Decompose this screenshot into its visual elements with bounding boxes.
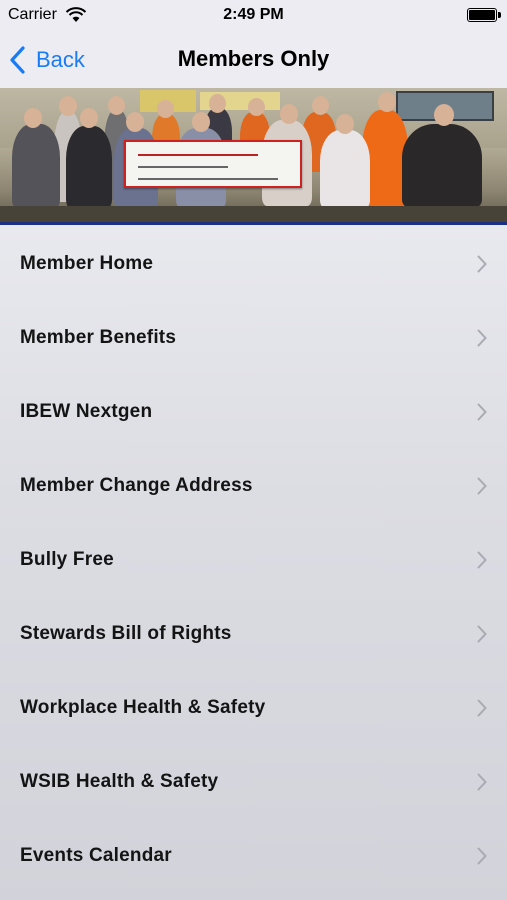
chevron-right-icon bbox=[477, 255, 487, 273]
menu-item-label: Bully Free bbox=[20, 549, 114, 570]
menu-item-label: WSIB Health & Safety bbox=[20, 771, 219, 792]
menu-item-wsib-health-safety[interactable]: WSIB Health & Safety bbox=[0, 745, 507, 819]
status-bar: Carrier 2:49 PM bbox=[0, 0, 507, 32]
cheque-line bbox=[138, 178, 278, 180]
menu-item-member-benefits[interactable]: Member Benefits bbox=[0, 301, 507, 375]
chevron-right-icon bbox=[477, 477, 487, 495]
hero-person-head bbox=[24, 108, 42, 128]
hero-person-head bbox=[108, 96, 125, 115]
hero-person bbox=[320, 130, 370, 208]
hero-person-head bbox=[312, 96, 329, 115]
navigation-bar: Back Members Only bbox=[0, 32, 507, 88]
menu-item-label: Member Home bbox=[20, 253, 154, 274]
hero-person bbox=[12, 124, 60, 208]
menu-item-label: IBEW Nextgen bbox=[20, 401, 153, 422]
hero-person-head bbox=[434, 104, 454, 126]
chevron-right-icon bbox=[477, 847, 487, 865]
menu-item-ibew-nextgen[interactable]: IBEW Nextgen bbox=[0, 375, 507, 449]
hero-person bbox=[402, 124, 482, 208]
status-time: 2:49 PM bbox=[223, 6, 284, 23]
hero-person-head bbox=[192, 112, 210, 132]
chevron-right-icon bbox=[477, 329, 487, 347]
chevron-right-icon bbox=[477, 403, 487, 421]
menu-item-member-home[interactable]: Member Home bbox=[0, 227, 507, 301]
hero-person-head bbox=[280, 104, 298, 124]
battery-icon bbox=[467, 8, 501, 22]
menu-item-events-calendar[interactable]: Events Calendar bbox=[0, 819, 507, 893]
hero-person bbox=[66, 126, 112, 208]
menu-item-label: Member Change Address bbox=[20, 475, 253, 496]
menu-item-workplace-health-safety[interactable]: Workplace Health & Safety bbox=[0, 671, 507, 745]
chevron-right-icon bbox=[477, 773, 487, 791]
hero-person-head bbox=[248, 98, 265, 116]
hero-person-head bbox=[59, 96, 77, 116]
menu-item-bully-free[interactable]: Bully Free bbox=[0, 523, 507, 597]
chevron-right-icon bbox=[477, 551, 487, 569]
page-title: Members Only bbox=[177, 46, 330, 71]
hero-person-head bbox=[209, 94, 226, 113]
cheque-line bbox=[138, 154, 258, 156]
hero-person-head bbox=[378, 92, 396, 112]
menu-item-label: Events Calendar bbox=[20, 845, 172, 866]
menu-list: Member Home Member Benefits IBEW Nextgen… bbox=[0, 225, 507, 900]
chevron-right-icon bbox=[477, 625, 487, 643]
chevron-right-icon bbox=[477, 699, 487, 717]
menu-item-label: Stewards Bill of Rights bbox=[20, 623, 232, 644]
cheque-line bbox=[138, 166, 228, 168]
menu-item-stewards-bill-of-rights[interactable]: Stewards Bill of Rights bbox=[0, 597, 507, 671]
hero-person-head bbox=[126, 112, 144, 132]
hero-person-head bbox=[157, 100, 174, 118]
menu-item-member-change-address[interactable]: Member Change Address bbox=[0, 449, 507, 523]
menu-item-label: Member Benefits bbox=[20, 327, 177, 348]
menu-item-label: Workplace Health & Safety bbox=[20, 697, 266, 718]
hero-photo bbox=[0, 88, 507, 224]
hero-person-head bbox=[80, 108, 98, 128]
hero-person-head bbox=[336, 114, 354, 134]
hero-cheque bbox=[124, 140, 302, 188]
